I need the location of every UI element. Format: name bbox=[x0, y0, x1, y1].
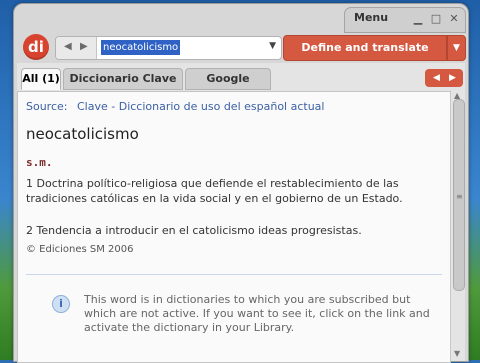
dictionary-window: Menu ▁ □ ✕ di ◀ ▶ neocatolicismo ▼ Defin… bbox=[13, 3, 469, 363]
definition-panel: Source: Clave - Diccionario de uso del e… bbox=[17, 91, 451, 363]
definition-2: 2 Tendencia a introducir en el catolicis… bbox=[26, 224, 362, 237]
search-input[interactable]: neocatolicismo bbox=[101, 40, 181, 55]
tab-bar: All (1) Diccionario Clave (1) Google Def… bbox=[17, 63, 465, 105]
info-icon: i bbox=[52, 295, 70, 313]
minimize-button[interactable]: ▁ bbox=[412, 13, 424, 25]
source-line: Source: Clave - Diccionario de uso del e… bbox=[26, 100, 324, 113]
scroll-grip-icon: ≡ bbox=[456, 192, 463, 201]
scroll-down-icon[interactable]: ▼ bbox=[454, 349, 460, 358]
define-and-translate-button[interactable]: Define and translate bbox=[283, 35, 447, 61]
tab-diccionario-clave[interactable]: Diccionario Clave (1) bbox=[63, 68, 183, 105]
maximize-button[interactable]: □ bbox=[430, 13, 442, 25]
define-dropdown-button[interactable]: ▼ bbox=[447, 35, 466, 61]
tab-next-icon[interactable]: ▶ bbox=[449, 69, 456, 87]
source-link[interactable]: Clave - Diccionario de uso del español a… bbox=[77, 100, 324, 113]
definition-1: 1 Doctrina político-religiosa que defien… bbox=[26, 177, 403, 205]
copyright: © Ediciones SM 2006 bbox=[26, 244, 134, 255]
title-bar: Menu ▁ □ ✕ bbox=[14, 4, 468, 33]
tab-scroll-nav: ◀ ▶ bbox=[425, 69, 463, 87]
divider bbox=[26, 274, 442, 275]
scrollbar[interactable]: ▲ ≡ ▼ bbox=[450, 91, 465, 361]
part-of-speech: s.m. bbox=[26, 156, 53, 169]
forward-arrow-icon[interactable]: ▶ bbox=[80, 41, 88, 52]
subscription-notice: i This word is in dictionaries to which … bbox=[38, 290, 438, 340]
tab-all[interactable]: All (1) bbox=[21, 68, 61, 90]
notice-text[interactable]: This word is in dictionaries to which yo… bbox=[84, 293, 434, 335]
source-label: Source: bbox=[26, 100, 68, 113]
headword: neocatolicismo bbox=[26, 125, 139, 143]
menu-label[interactable]: Menu bbox=[354, 11, 388, 24]
toolbar: di ◀ ▶ neocatolicismo ▼ Define and trans… bbox=[17, 32, 466, 62]
tab-google-define[interactable]: Google Define bbox=[185, 68, 271, 105]
scroll-thumb[interactable]: ≡ bbox=[453, 99, 465, 291]
close-button[interactable]: ✕ bbox=[448, 13, 460, 25]
tab-prev-icon[interactable]: ◀ bbox=[433, 69, 440, 87]
history-nav: ◀ ▶ bbox=[56, 37, 97, 59]
chevron-down-icon[interactable]: ▼ bbox=[269, 41, 276, 51]
search-box: ◀ ▶ neocatolicismo ▼ bbox=[55, 36, 282, 60]
back-arrow-icon[interactable]: ◀ bbox=[64, 41, 72, 52]
app-logo: di bbox=[23, 34, 49, 60]
